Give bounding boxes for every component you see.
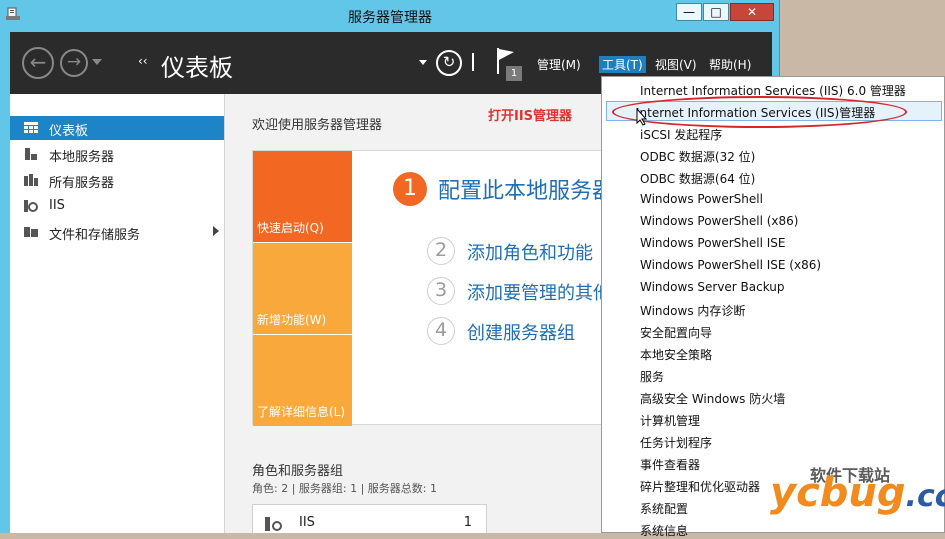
mouse-cursor-icon [636,108,648,126]
forward-button[interactable]: → [60,49,88,77]
step-number-3: 3 [427,277,455,305]
tile-quick-start[interactable]: 快速启动(Q) [253,151,352,242]
notifications-flag[interactable]: 1 [494,46,524,82]
header-divider [472,53,474,71]
breadcrumb-chevron: ‹‹ [138,54,148,68]
refresh-icon: ↻ [442,53,456,71]
menu-item-iscsi[interactable]: iSCSI 发起程序 [640,126,722,143]
menu-help[interactable]: 帮助(H) [709,56,751,73]
menu-item-computer-management[interactable]: 计算机管理 [640,412,700,429]
menu-item-server-backup[interactable]: Windows Server Backup [640,280,785,294]
menu-view[interactable]: 视图(V) [655,56,697,73]
arrow-left-icon: ← [29,50,47,74]
step-configure-local-server[interactable]: 配置此本地服务器 [438,173,614,205]
menu-item-powershell-ise-x86[interactable]: Windows PowerShell ISE (x86) [640,258,821,272]
iis-icon [265,517,282,531]
welcome-heading: 欢迎使用服务器管理器 [252,118,383,133]
step-number-1: 1 [393,172,427,206]
expand-arrow-icon[interactable] [213,226,219,236]
back-button[interactable]: ← [22,47,54,79]
servers-icon [24,174,38,186]
close-button[interactable]: ✕ [730,3,774,21]
storage-icon [24,227,38,237]
annotation-ellipse [612,96,907,128]
menu-item-firewall[interactable]: 高级安全 Windows 防火墙 [640,390,785,407]
menu-item-memory-diagnostic[interactable]: Windows 内存诊断 [640,302,745,319]
server-icon [25,148,37,160]
tile-whats-new[interactable]: 新增功能(W) [253,243,352,334]
sidebar-item-label: 仪表板 [49,124,89,139]
title-dropdown-icon[interactable] [419,60,427,65]
menu-item-system-config[interactable]: 系统配置 [640,500,688,517]
iis-card-name: IIS [299,515,315,530]
sidebar-item-all-servers[interactable]: 所有服务器 [10,168,224,192]
iis-role-card[interactable]: IIS 1 [252,504,487,533]
sidebar-item-label: 文件和存储服务 [49,228,141,243]
menu-item-defrag[interactable]: 碎片整理和优化驱动器 [640,478,760,495]
page-title: 仪表板 [161,54,233,82]
menu-item-system-info[interactable]: 系统信息 [640,522,688,539]
sidebar-item-iis[interactable]: IIS [10,194,224,218]
sidebar-item-label: IIS [49,198,65,213]
notification-badge: 1 [506,66,522,81]
annotation-label: 打开IIS管理器 [488,109,573,124]
sidebar-item-local-server[interactable]: 本地服务器 [10,142,224,166]
sidebar: 仪表板 本地服务器 所有服务器 IIS 文件和存储服务 [10,94,225,533]
menu-manage[interactable]: 管理(M) [537,56,581,73]
menu-item-odbc64[interactable]: ODBC 数据源(64 位) [640,170,755,187]
minimize-button[interactable]: — [676,3,702,21]
menu-item-powershell[interactable]: Windows PowerShell [640,192,763,206]
menu-tools[interactable]: 工具(T) [599,56,646,73]
menu-item-odbc32[interactable]: ODBC 数据源(32 位) [640,148,755,165]
refresh-button[interactable]: ↻ [436,50,462,76]
menu-item-services[interactable]: 服务 [640,368,664,385]
sidebar-item-label: 所有服务器 [49,176,115,191]
title-bar[interactable]: 服务器管理器 — □ ✕ [0,0,780,30]
menu-item-event-viewer[interactable]: 事件查看器 [640,456,700,473]
menu-item-local-security-policy[interactable]: 本地安全策略 [640,346,712,363]
menu-item-task-scheduler[interactable]: 任务计划程序 [640,434,712,451]
watermark-logo: ycbug.cc [770,470,945,516]
sidebar-item-dashboard[interactable]: 仪表板 [10,116,224,140]
iis-icon [24,200,38,212]
maximize-button[interactable]: □ [703,3,729,21]
history-dropdown-icon[interactable] [92,59,102,65]
menu-item-powershell-x86[interactable]: Windows PowerShell (x86) [640,214,798,228]
roles-summary: 角色: 2 | 服务器组: 1 | 服务器总数: 1 [252,482,438,495]
sidebar-item-file-storage[interactable]: 文件和存储服务 [10,220,224,244]
tile-learn-more[interactable]: 了解详细信息(L) [253,335,352,426]
arrow-right-icon: → [66,52,82,72]
step-create-server-group[interactable]: 创建服务器组 [467,319,575,345]
menu-item-security-wizard[interactable]: 安全配置向导 [640,324,712,341]
window-title: 服务器管理器 [348,10,432,26]
iis-card-count: 1 [463,515,472,530]
dashboard-icon [24,122,38,133]
roles-heading: 角色和服务器组 [252,464,344,479]
tools-dropdown-menu: Internet Information Services (IIS) 6.0 … [601,76,945,538]
step-number-2: 2 [427,237,455,265]
step-add-roles[interactable]: 添加角色和功能 [467,239,593,265]
step-number-4: 4 [427,317,455,345]
sidebar-item-label: 本地服务器 [49,150,115,165]
menu-item-powershell-ise[interactable]: Windows PowerShell ISE [640,236,786,250]
